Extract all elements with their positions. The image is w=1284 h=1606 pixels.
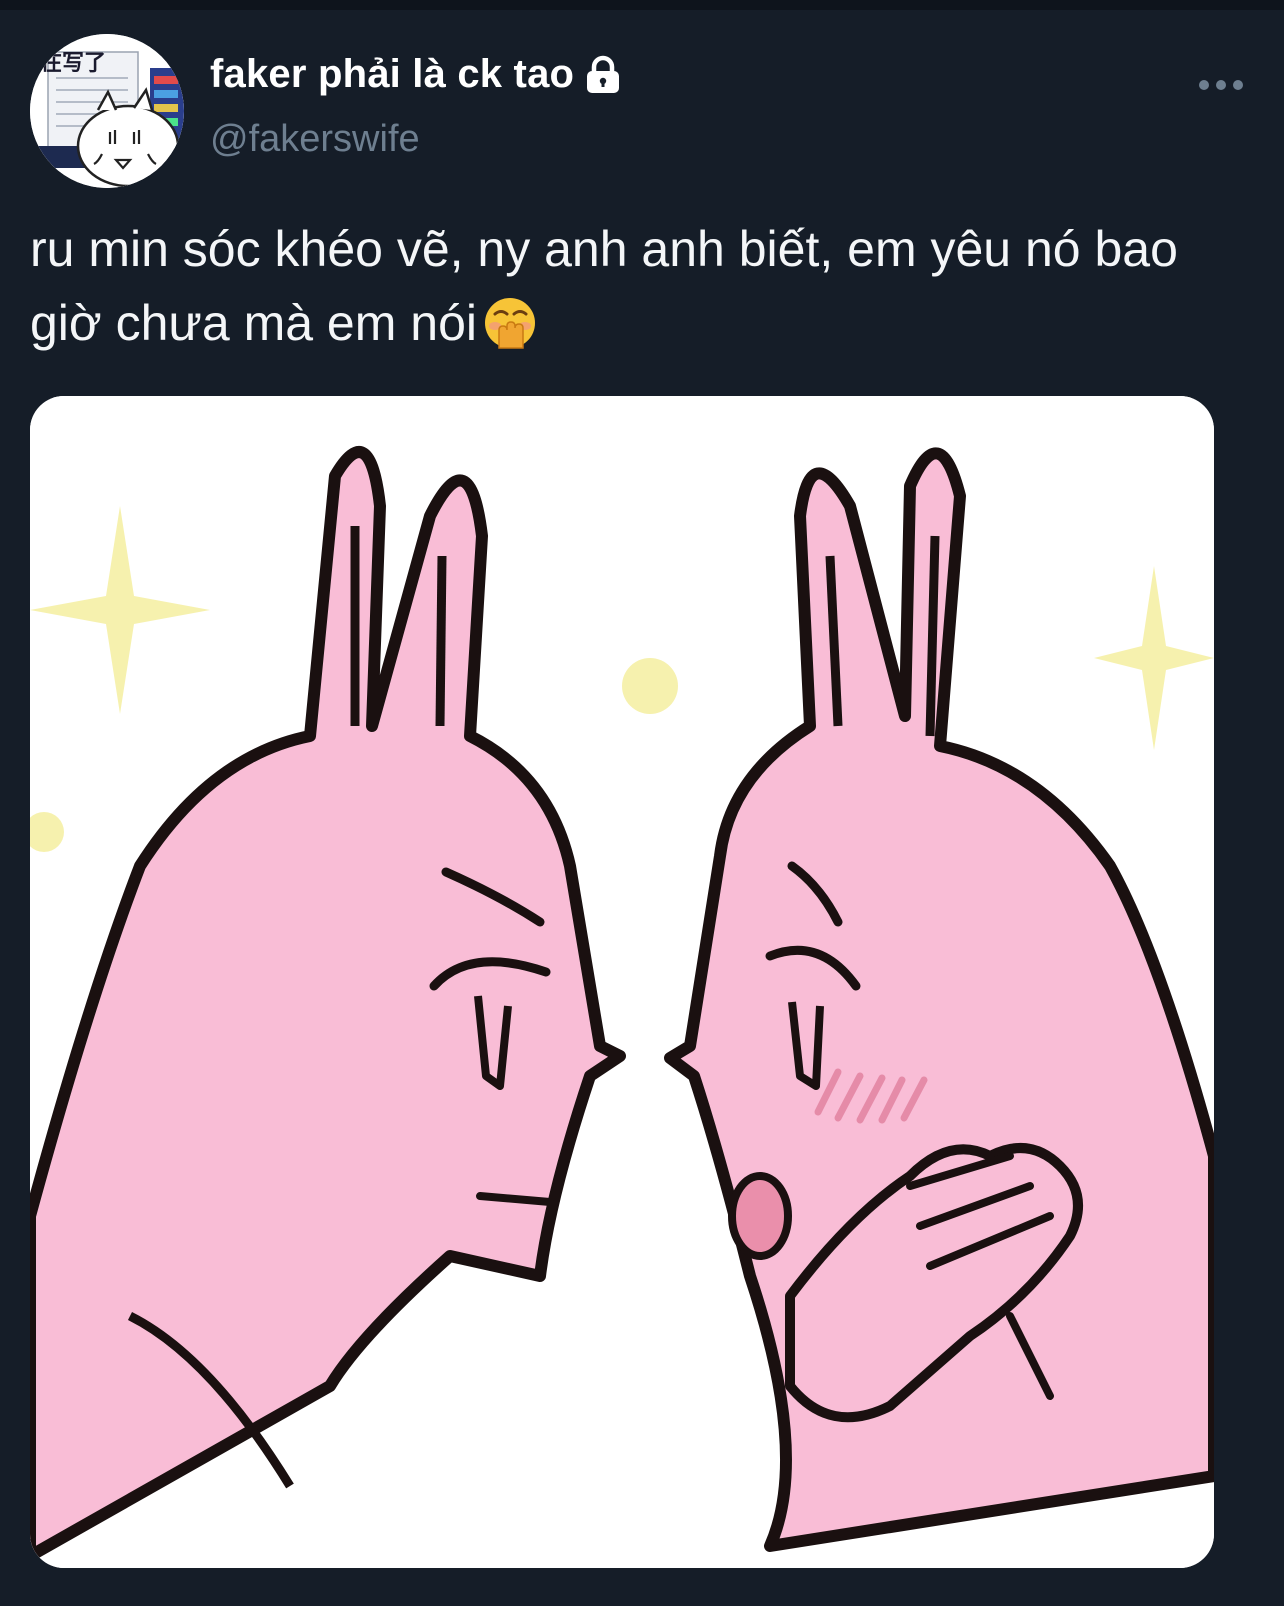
tweet-body: ru min sóc khéo vẽ, ny anh anh biết, em … [30,221,1178,351]
avatar[interactable]: 在写了 [30,34,184,188]
tweet-text: ru min sóc khéo vẽ, ny anh anh biết, em … [30,212,1240,360]
avatar-caption: 在写了 [40,50,106,76]
tweet-media-image[interactable] [30,396,1214,1568]
top-divider [0,0,1284,10]
user-handle[interactable]: @fakerswife [210,118,420,161]
more-horizontal-icon[interactable] [1196,72,1246,98]
lock-icon [587,55,620,93]
author-row: faker phải là ck tao [210,52,622,97]
face-with-hand-over-mouth-icon [485,298,535,349]
display-name[interactable]: faker phải là ck tao [210,52,574,97]
